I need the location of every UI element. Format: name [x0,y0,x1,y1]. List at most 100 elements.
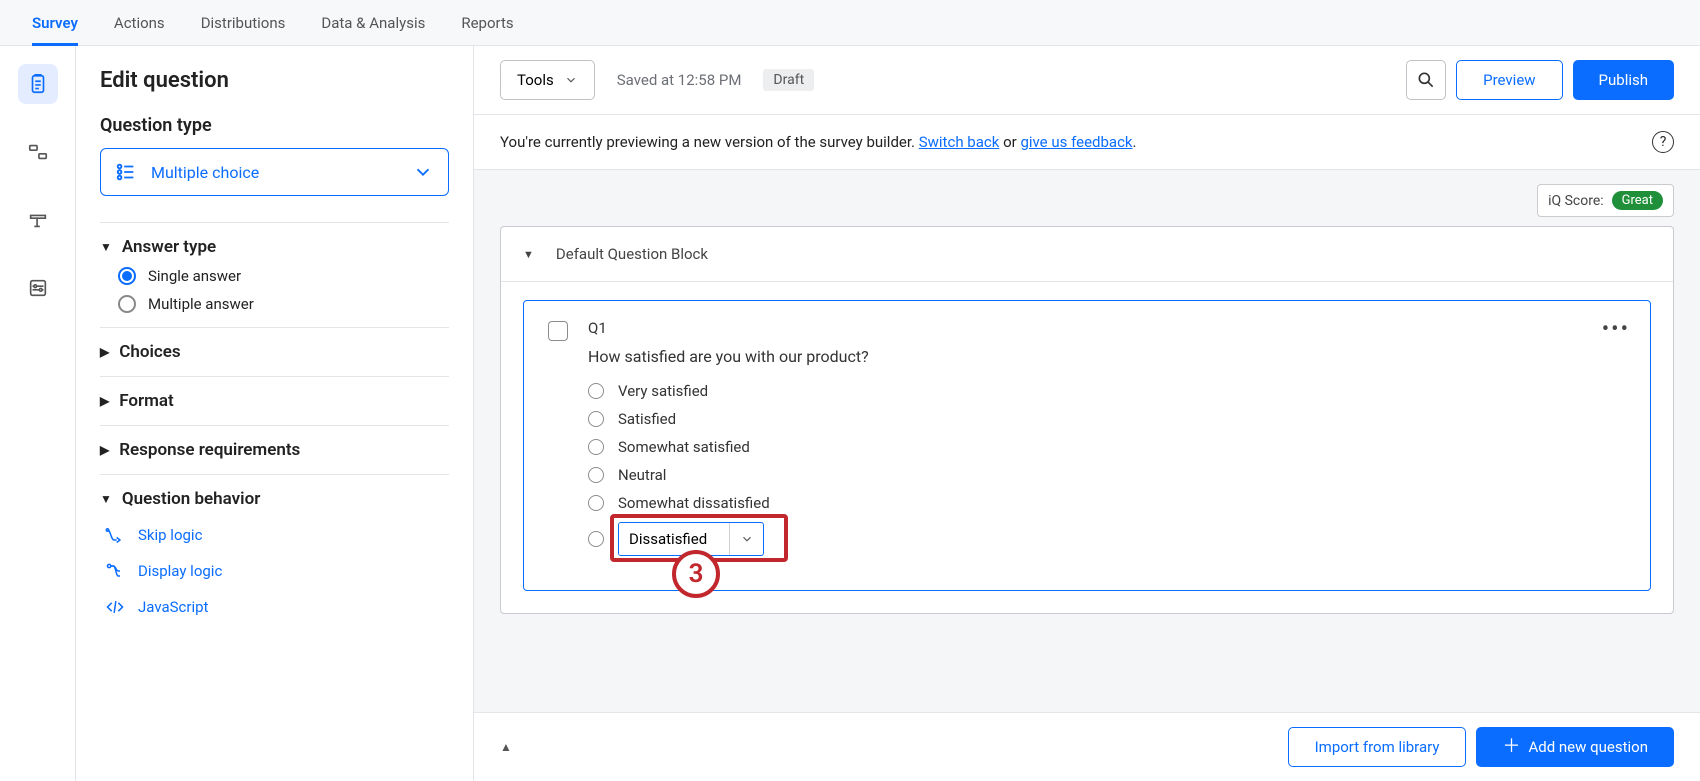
tab-reports[interactable]: Reports [461,0,513,45]
caret-right-icon: ▶ [100,394,109,408]
option-row[interactable]: Satisfied [588,410,1626,428]
option-row[interactable]: Somewhat dissatisfied [588,494,1626,512]
skip-logic-link[interactable]: Skip logic [104,525,449,545]
tab-data-analysis[interactable]: Data & Analysis [321,0,425,45]
option-row[interactable]: Neutral [588,466,1626,484]
switch-back-link[interactable]: Switch back [919,133,1000,151]
feedback-link[interactable]: give us feedback [1020,133,1132,151]
question-behavior-section: ▼ Question behavior Skip logic Display l… [100,474,449,631]
question-text[interactable]: How satisfied are you with our product? [588,347,1626,366]
choices-heading-text: Choices [119,342,180,362]
answer-type-single[interactable]: Single answer [118,267,449,285]
rail-options-icon[interactable] [18,268,58,308]
add-question-button[interactable]: ＋ Add new question [1476,727,1674,767]
response-req-section: ▶ Response requirements [100,425,449,474]
publish-button[interactable]: Publish [1573,60,1674,100]
preview-button[interactable]: Preview [1456,60,1562,100]
question-type-value: Multiple choice [151,163,259,182]
skip-logic-icon [104,525,126,545]
option-row[interactable]: Somewhat satisfied [588,438,1626,456]
left-rail [0,46,76,781]
scroll-up-icon[interactable]: ▲ [500,740,512,754]
question-behavior-heading[interactable]: ▼ Question behavior [100,489,449,509]
search-icon [1416,70,1436,90]
javascript-label: JavaScript [138,598,208,616]
option-editing[interactable]: 3 [588,522,1626,556]
javascript-link[interactable]: JavaScript [104,597,449,617]
tab-survey[interactable]: Survey [32,0,78,45]
answer-type-heading[interactable]: ▼ Answer type [100,237,449,257]
question-checkbox[interactable] [548,321,568,341]
display-logic-label: Display logic [138,562,222,580]
radio-icon [588,383,604,399]
radio-icon [588,495,604,511]
tab-distributions[interactable]: Distributions [201,0,286,45]
sidebar-title: Edit question [100,68,449,93]
search-button[interactable] [1406,60,1446,100]
question-type-selector[interactable]: Multiple choice [100,148,449,196]
display-logic-link[interactable]: Display logic [104,561,449,581]
rail-look-icon[interactable] [18,200,58,240]
tab-actions[interactable]: Actions [114,0,165,45]
format-heading[interactable]: ▶ Format [100,391,449,411]
canvas-footer: ▲ Import from library ＋ Add new question [474,712,1700,781]
radio-icon [588,411,604,427]
top-tabs: Survey Actions Distributions Data & Anal… [0,0,1700,46]
radio-on-icon [118,267,136,285]
question-card[interactable]: ••• Q1 How satisfied are you with our pr… [523,300,1651,591]
main-toolbar: Tools Saved at 12:58 PM Draft Preview Pu… [474,46,1700,115]
rail-flow-icon[interactable] [18,132,58,172]
saved-status: Saved at 12:58 PM [617,71,742,89]
option-dropdown-button[interactable] [729,523,763,555]
option-label: Somewhat dissatisfied [618,494,770,512]
answer-type-multiple[interactable]: Multiple answer [118,295,449,313]
choices-heading[interactable]: ▶ Choices [100,342,449,362]
iq-score[interactable]: iQ Score: Great [1537,184,1674,217]
option-edit-input-wrap [618,522,764,556]
iq-label: iQ Score: [1548,193,1604,209]
radio-icon [588,467,604,483]
add-question-label: Add new question [1528,738,1648,756]
caret-down-icon: ▼ [523,248,534,261]
radio-off-icon [118,295,136,313]
import-library-button[interactable]: Import from library [1288,727,1467,767]
block-title: Default Question Block [556,245,708,263]
chevron-down-icon [412,161,434,183]
skip-logic-label: Skip logic [138,526,202,544]
option-label: Somewhat satisfied [618,438,750,456]
radio-icon [588,531,604,547]
banner-suffix: . [1133,133,1137,151]
multiple-choice-icon [115,161,137,183]
banner-text: You're currently previewing a new versio… [500,133,919,151]
question-type-label: Question type [100,115,449,136]
tools-button[interactable]: Tools [500,60,595,100]
draft-badge: Draft [763,69,814,91]
caret-down-icon: ▼ [100,492,112,506]
main: Tools Saved at 12:58 PM Draft Preview Pu… [474,46,1700,781]
option-edit-input[interactable] [619,523,729,555]
option-label: Neutral [618,466,666,484]
block-header[interactable]: ▼ Default Question Block [501,227,1673,282]
help-icon[interactable]: ? [1652,131,1674,153]
display-logic-icon [104,561,126,581]
option-row[interactable]: Very satisfied [588,382,1626,400]
question-more-icon[interactable]: ••• [1602,317,1630,342]
answer-type-single-label: Single answer [148,267,241,285]
response-req-heading[interactable]: ▶ Response requirements [100,440,449,460]
canvas: iQ Score: Great ▼ Default Question Block… [474,170,1700,781]
callout-number: 3 [672,550,720,598]
choices-section: ▶ Choices [100,327,449,376]
answer-type-multiple-label: Multiple answer [148,295,254,313]
plus-icon: ＋ [1502,738,1520,756]
caret-down-icon: ▼ [100,240,112,254]
question-behavior-heading-text: Question behavior [122,489,260,509]
question-id: Q1 [588,319,1626,337]
radio-icon [588,439,604,455]
sidebar: Edit question Question type Multiple cho… [76,46,474,781]
rail-build-icon[interactable] [18,64,58,104]
code-icon [104,597,126,617]
answer-type-section: ▼ Answer type Single answer Multiple ans… [100,222,449,327]
caret-right-icon: ▶ [100,345,109,359]
answer-type-heading-text: Answer type [122,237,216,257]
chevron-down-icon [564,73,578,87]
